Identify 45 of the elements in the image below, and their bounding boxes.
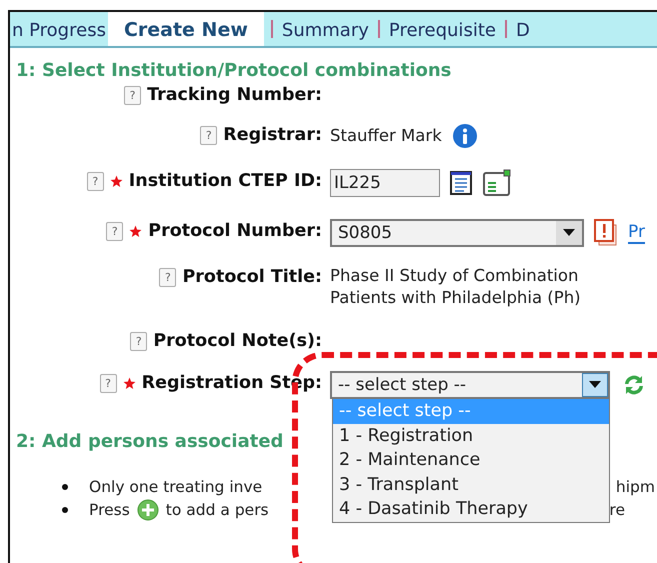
list-icon[interactable] [450,171,472,195]
info-icon[interactable] [452,123,478,149]
field-label: Registrar: [223,125,322,145]
field-label: Protocol Number: [148,221,322,241]
help-icon[interactable]: ? [100,374,117,392]
dropdown-option[interactable]: 2 - Maintenance [333,448,609,472]
bullet-text: Only one treating inve [89,478,262,496]
help-icon[interactable]: ? [106,222,124,240]
section-heading: 2: Add persons associated [15,430,284,452]
link[interactable]: Pr [628,222,645,244]
tab[interactable]: Create New [108,12,264,46]
tab[interactable]: Summary [280,14,371,46]
dropdown-option[interactable]: 1 - Registration [333,424,609,448]
caret-icon [589,381,601,389]
input-field[interactable]: IL225 [330,169,440,197]
field-label: Protocol Note(s): [153,331,322,351]
bullet-text: re [609,501,625,519]
section-heading: 1: Select Institution/Protocol combinations [15,59,452,81]
add-icon[interactable] [136,499,159,521]
tab[interactable]: n Progress [10,14,108,46]
field-value: Stauffer Mark [330,125,442,147]
help-icon[interactable]: ? [159,268,176,286]
help-icon[interactable]: ? [130,332,148,350]
required-star-icon [122,376,136,390]
bullet-text: Press [89,501,130,519]
caret-icon [563,229,575,237]
window-icon[interactable] [482,169,512,197]
help-icon[interactable]: ? [86,172,104,190]
bullet-text: hipm [616,478,655,496]
field-label: Tracking Number: [147,85,322,105]
field-label: Institution CTEP ID: [128,171,322,191]
dropdown-option[interactable]: 4 - Dasatinib Therapy [333,497,609,522]
bullet-text: to add a pers [166,501,269,519]
required-star-icon [129,224,142,238]
select-field[interactable]: S0805 [330,219,584,247]
tab[interactable]: Prerequisite [386,14,498,46]
dropdown-option[interactable]: 3 - Transplant [333,472,609,497]
help-icon[interactable]: ? [200,126,218,144]
select-field[interactable]: -- select step -- [330,371,610,399]
required-star-icon [110,174,123,188]
tab[interactable]: D [514,14,532,46]
alert-icon[interactable] [594,219,618,247]
help-icon[interactable]: ? [124,86,142,104]
protocol-title-text: Phase II Study of Combination Patients with Philadelphia (Ph) [330,265,581,309]
field-label: Protocol Title: [182,267,322,287]
